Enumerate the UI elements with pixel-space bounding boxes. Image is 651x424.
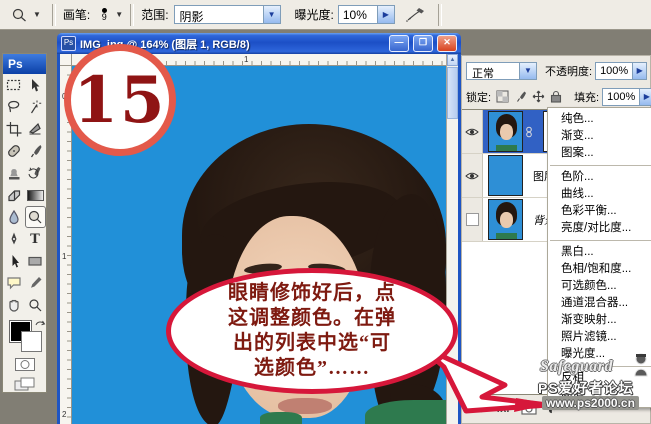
step-number: 15 xyxy=(73,63,166,138)
watermark: Safeguard PS爱好者论坛 www.ps2000.cn xyxy=(534,352,651,424)
bubble-line: 选颜色”…… xyxy=(254,356,370,381)
watermark-forum-name: PS爱好者论坛 xyxy=(538,378,634,398)
step-badge: 15 xyxy=(64,44,176,156)
bubble-line: 这调整颜色。在弹 xyxy=(228,306,396,331)
bubble-line: 出的列表中选“可 xyxy=(233,331,391,356)
watermark-brand: Safeguard xyxy=(540,358,613,376)
speech-bubble: 眼睛修饰好后，点 这调整颜色。在弹 出的列表中选“可 选颜色”…… xyxy=(166,268,458,394)
watermark-mascot-icon xyxy=(630,352,651,378)
bubble-line: 眼睛修饰好后，点 xyxy=(228,281,396,306)
watermark-url: www.ps2000.cn xyxy=(542,396,639,410)
